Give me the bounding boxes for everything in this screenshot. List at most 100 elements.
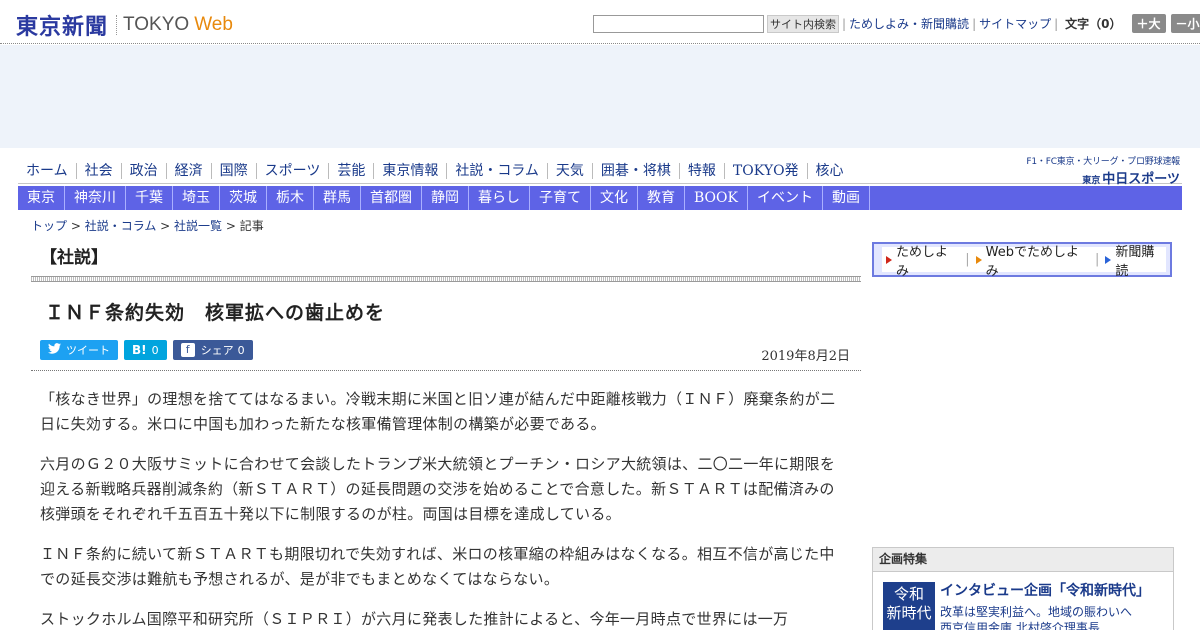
article-title: ＩＮＦ条約失効 核軍拡への歯止めを (45, 302, 386, 324)
article-date: 2019年8月2日 (761, 349, 850, 364)
divider: | (1054, 16, 1059, 31)
feature-desc-line-1: 改革は堅実利益へ。地域の賑わいへ (940, 605, 1133, 619)
region-tab-gunma[interactable]: 群馬 (314, 186, 361, 210)
subscribe-box: ためしよみ | Webでためしよみ | 新聞購読 (872, 242, 1172, 279)
hatena-bookmark-icon: B! (132, 343, 147, 357)
feature-description[interactable]: 改革は堅実利益へ。地域の賑わいへ 西京信用金庫 北村啓介理事長 (940, 604, 1170, 630)
nav-item-tokuho[interactable]: 特報 (678, 163, 724, 179)
arrow-right-icon (886, 255, 892, 264)
region-tab-shizuoka[interactable]: 静岡 (422, 186, 469, 210)
chunichi-sports-banner[interactable]: F1・FC東京・大リーグ・プロ野球速報 東京 中日スポーツ (1026, 154, 1180, 187)
breadcrumb-editorial-list[interactable]: 社説一覧 (174, 219, 222, 233)
nav-item-kakushin[interactable]: 核心 (806, 163, 852, 179)
site-search-button[interactable]: サイト内検索 (767, 14, 839, 33)
logo-divider (116, 15, 118, 35)
article-paragraph: ＩＮＦ条約に続いて新ＳＴＡＲＴも期限切れで失効すれば、米ロの核軍縮の枠組みはなく… (40, 545, 835, 588)
feature-desc-line-2: 西京信用金庫 北村啓介理事長 (940, 621, 1100, 630)
facebook-share-button[interactable]: f シェア 0 (172, 340, 253, 360)
feature-box: 企画特集 令和 新時代 インタビュー企画「令和新時代」 改革は堅実利益へ。地域の… (872, 547, 1174, 630)
article-paragraph: ストックホルム国際平和研究所（ＳＩＰＲＩ）が六月に発表した推計によると、今年一月… (40, 610, 789, 628)
divider: | (972, 16, 977, 31)
chunichi-tagline: F1・FC東京・大リーグ・プロ野球速報 (1026, 157, 1180, 167)
nav-item-society[interactable]: 社会 (75, 163, 121, 179)
region-tab-saitama[interactable]: 埼玉 (173, 186, 220, 210)
ad-banner-area (0, 45, 1200, 148)
logo-web-text: Web (194, 14, 233, 35)
newspaper-subscribe-link[interactable]: 新聞購読 (1115, 241, 1166, 279)
chunichi-prefix: 東京 (1082, 176, 1101, 186)
breadcrumb-sep: > (156, 219, 175, 233)
region-tab-ibaraki[interactable]: 茨城 (220, 186, 267, 210)
article-paragraph: 六月のＧ２０大阪サミットに合わせて会談したトランプ米大統領とプーチン・ロシア大統… (40, 455, 836, 523)
trial-subscribe-link[interactable]: ためしよみ・新聞購読 (849, 15, 969, 32)
chunichi-name: 中日スポーツ (1102, 172, 1180, 187)
breadcrumb-top[interactable]: トップ (31, 219, 67, 233)
hatena-bookmark-button[interactable]: B! 0 (124, 340, 167, 360)
social-share-bar: ツイート B! 0 f シェア 0 (40, 340, 259, 360)
nav-item-tokyo-info[interactable]: 東京情報 (373, 163, 446, 179)
web-trial-read-link[interactable]: Webでためしよみ (986, 241, 1089, 279)
logo-tokyo-text: TOKYO (123, 14, 190, 35)
header-utility: サイト内検索 | ためしよみ・新聞購読 | サイトマップ | 文字（0） ＋大 … (593, 14, 1200, 33)
region-tab-kanagawa[interactable]: 神奈川 (65, 186, 126, 210)
tweet-button[interactable]: ツイート (40, 340, 118, 360)
sitemap-link[interactable]: サイトマップ (979, 15, 1051, 32)
tweet-label: ツイート (66, 344, 110, 357)
primary-nav: ホーム 社会 政治 経済 国際 スポーツ 芸能 東京情報 社説・コラム 天気 囲… (18, 157, 852, 185)
facebook-icon: f (180, 343, 195, 357)
reiwa-feature-thumbnail[interactable]: 令和 新時代 (883, 582, 935, 630)
breadcrumb-sep: > (222, 219, 240, 233)
region-tab-tochigi[interactable]: 栃木 (267, 186, 314, 210)
site-logo[interactable]: 東京新聞 TOKYO Web (16, 9, 233, 41)
breadcrumb-editorial-column[interactable]: 社説・コラム (85, 219, 157, 233)
article-body: 「核なき世界」の理想を捨ててはなるまい。冷戦末期に米国と旧ソ連が結んだ中距離核戦… (40, 387, 845, 630)
region-tab-chiba[interactable]: 千葉 (126, 186, 173, 210)
nav-item-tokyo-hatsu[interactable]: TOKYO発 (723, 163, 807, 179)
heading-rule (31, 276, 861, 282)
nav-item-international[interactable]: 国際 (210, 163, 256, 179)
section-label: 【社説】 (40, 248, 108, 268)
feature-title-link[interactable]: インタビュー企画「令和新時代」 (940, 580, 1150, 600)
thumb-line-2: 新時代 (886, 604, 932, 622)
region-tab-tokyo[interactable]: 東京 (18, 186, 65, 210)
logo-tokyo-shimbun: 東京新聞 (16, 14, 109, 40)
font-size-label: 文字（0） (1065, 17, 1122, 31)
facebook-share-count: 0 (237, 343, 245, 357)
nav-divider (18, 183, 1182, 184)
tab-events[interactable]: イベント (748, 186, 823, 210)
breadcrumb-current: 記事 (239, 219, 264, 233)
nav-item-politics[interactable]: 政治 (120, 163, 166, 179)
tab-video[interactable]: 動画 (823, 186, 870, 210)
chunichi-logo: 東京 中日スポーツ (1026, 168, 1180, 187)
site-header: 東京新聞 TOKYO Web サイト内検索 | ためしよみ・新聞購読 | サイト… (0, 0, 1200, 44)
article-rule (31, 370, 861, 371)
tab-education[interactable]: 教育 (638, 186, 685, 210)
breadcrumb: トップ > 社説・コラム > 社説一覧 > 記事 (31, 217, 264, 234)
nav-item-entertainment[interactable]: 芸能 (328, 163, 373, 179)
feature-header: 企画特集 (873, 548, 1173, 572)
article-paragraph: 「核なき世界」の理想を捨ててはなるまい。冷戦末期に米国と旧ソ連が結んだ中距離核戦… (40, 390, 836, 433)
nav-item-sports[interactable]: スポーツ (255, 163, 329, 179)
thumb-line-1: 令和 (893, 585, 924, 603)
nav-item-economy[interactable]: 経済 (165, 163, 211, 179)
nav-item-weather[interactable]: 天気 (546, 163, 592, 179)
nav-item-editorial-column[interactable]: 社説・コラム (446, 163, 547, 179)
tab-book[interactable]: BOOK (685, 186, 748, 210)
tab-culture[interactable]: 文化 (591, 186, 638, 210)
subscribe-links: ためしよみ | Webでためしよみ | 新聞購読 (882, 245, 1166, 279)
secondary-nav: 東京 神奈川 千葉 埼玉 茨城 栃木 群馬 首都圏 静岡 暮らし 子育て 文化 … (18, 186, 1182, 210)
site-search-input[interactable] (593, 14, 764, 33)
font-bigger-button[interactable]: ＋大 (1131, 14, 1166, 33)
arrow-right-icon (975, 255, 982, 264)
tab-living[interactable]: 暮らし (469, 186, 530, 210)
tab-parenting[interactable]: 子育て (530, 186, 591, 210)
trial-read-link[interactable]: ためしよみ (896, 241, 959, 279)
nav-item-home[interactable]: ホーム (18, 163, 76, 179)
divider: | (842, 16, 847, 31)
facebook-share-label: シェア (200, 344, 234, 357)
font-smaller-button[interactable]: －小 (1170, 14, 1200, 33)
twitter-bird-icon (48, 343, 61, 357)
arrow-right-icon (1105, 255, 1112, 264)
nav-item-go-shogi[interactable]: 囲碁・将棋 (591, 163, 679, 179)
region-tab-shutoken[interactable]: 首都圏 (361, 186, 422, 210)
